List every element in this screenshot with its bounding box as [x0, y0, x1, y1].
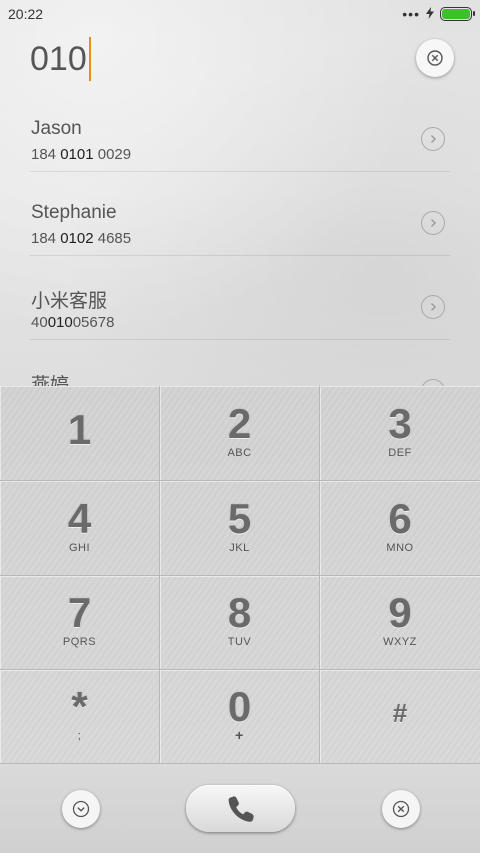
key-digit: 4 [67, 494, 92, 542]
key-digit: 7 [67, 589, 92, 636]
key-3[interactable]: 3 DEF [320, 386, 480, 481]
contact-name: 燕婷 [31, 375, 70, 386]
battery-level [442, 9, 470, 19]
key-digit: 3 [388, 399, 412, 447]
contact-row-xiaomi-service[interactable]: 小米客服 4001005678 [0, 266, 480, 350]
bolt-icon [426, 6, 434, 22]
key-digit: * [71, 683, 88, 730]
key-digit: 5 [227, 494, 252, 542]
chevron-down-icon [72, 800, 90, 818]
contact-name: Stephanie [31, 202, 117, 223]
key-0[interactable]: 0 + [160, 670, 320, 764]
clear-input-button[interactable] [416, 39, 454, 77]
divider [30, 171, 450, 172]
key-hash[interactable]: # [320, 670, 480, 764]
dial-keypad: 1 2 ABC 3 DEF 4 GHI 5 JKL 6 MNO 7 PQRS 8… [0, 386, 480, 764]
chevron-right-icon [431, 303, 436, 311]
phone-icon [228, 795, 254, 822]
contact-row-stephanie[interactable]: Stephanie 184 0102 4685 [0, 182, 480, 266]
battery-icon [440, 7, 475, 21]
contact-detail-button[interactable] [421, 379, 445, 386]
key-digit: 8 [227, 589, 252, 636]
chevron-right-icon [431, 219, 436, 227]
divider [30, 339, 450, 340]
key-letters: ABC [227, 446, 252, 459]
status-time: 20:22 [8, 6, 44, 22]
key-4[interactable]: 4 GHI [0, 481, 160, 576]
contact-row-jason[interactable]: Jason 184 0101 0029 [0, 98, 480, 182]
key-letters: DEF [388, 446, 412, 459]
contact-detail-button[interactable] [421, 127, 445, 151]
status-icons: ••• [402, 6, 475, 22]
key-digit: 2 [227, 399, 252, 447]
key-letters: TUV [227, 636, 252, 648]
key-2[interactable]: 2 ABC [160, 386, 320, 481]
contact-number: 4001005678 [31, 314, 115, 331]
divider [30, 255, 450, 256]
chevron-right-icon [431, 135, 436, 143]
delete-digit-button[interactable] [382, 790, 420, 828]
key-6[interactable]: 6 MNO [320, 481, 480, 576]
text-caret [88, 37, 91, 81]
key-8[interactable]: 8 TUV [160, 576, 320, 670]
contact-detail-button[interactable] [421, 295, 445, 319]
dialed-number-text: 010 [30, 39, 87, 78]
signal-dots-icon: ••• [402, 6, 420, 22]
contact-name: Jason [31, 118, 82, 139]
key-letters: + [235, 726, 244, 743]
key-letters: JKL [229, 541, 250, 554]
key-letters: WXYZ [383, 636, 417, 648]
contact-row-yanting[interactable]: 燕婷 [0, 350, 480, 386]
key-digit: 6 [388, 494, 412, 542]
close-icon [427, 50, 443, 66]
contact-name: 小米客服 [31, 291, 108, 312]
key-digit: 9 [388, 589, 412, 636]
contact-number: 184 0101 0029 [31, 146, 132, 163]
contact-number: 184 0102 4685 [31, 230, 132, 247]
key-star[interactable]: * ; [0, 670, 160, 764]
key-letters: GHI [68, 541, 91, 554]
dialed-number-input[interactable]: 010 [30, 36, 91, 82]
key-9[interactable]: 9 WXYZ [320, 576, 480, 670]
key-letters: PQRS [62, 636, 97, 648]
key-digit: 1 [67, 405, 92, 453]
key-letters: MNO [386, 541, 414, 554]
key-digit: # [392, 698, 408, 728]
status-bar: 20:22 ••• [0, 0, 480, 28]
contact-detail-button[interactable] [421, 211, 445, 235]
close-icon [392, 800, 410, 818]
key-1[interactable]: 1 [0, 386, 160, 481]
key-letters: ; [77, 730, 82, 742]
key-digit: 0 [227, 682, 252, 730]
key-7[interactable]: 7 PQRS [0, 576, 160, 670]
dialer-action-bar [0, 764, 480, 853]
key-5[interactable]: 5 JKL [160, 481, 320, 576]
call-button[interactable] [186, 785, 295, 832]
dialer-top-area: 20:22 ••• 010 Jason 184 0101 0029 Stepha… [0, 0, 480, 386]
collapse-keypad-button[interactable] [62, 790, 100, 828]
